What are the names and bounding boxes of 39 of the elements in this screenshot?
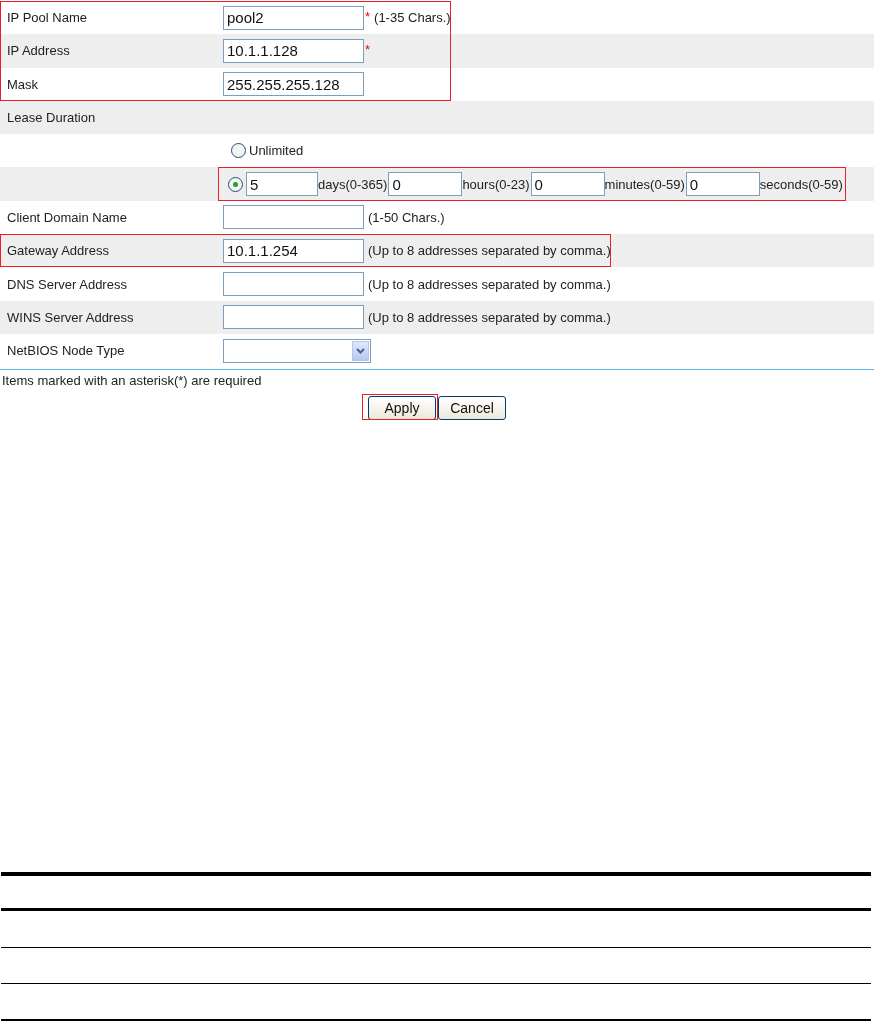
hint-text: (Up to 8 addresses separated by comma.) (368, 243, 611, 259)
field-label: IP Pool Name (6, 10, 88, 26)
field-label: Mask (6, 76, 40, 92)
apply-button[interactable]: Apply (368, 396, 436, 421)
field-label: Client Domain Name (6, 209, 128, 225)
radio-label: Unlimited (249, 143, 304, 159)
number-field[interactable]: 0 (530, 172, 605, 197)
dropdown[interactable] (223, 338, 371, 363)
hint-text: (Up to 8 addresses separated by comma.) (368, 309, 611, 325)
unit-label: minutes(0-59) (604, 176, 685, 192)
text-field[interactable]: 10.1.1.128 (223, 38, 364, 63)
hint-text: (1-35 Chars.) (374, 10, 451, 26)
text-field[interactable] (223, 205, 364, 230)
field-label: WINS Server Address (6, 309, 135, 325)
field-label: IP Address (6, 43, 71, 59)
radio-button[interactable] (228, 176, 243, 192)
number-field[interactable]: 5 (246, 172, 318, 197)
text-field[interactable]: 10.1.1.254 (223, 238, 364, 263)
field-label: NetBIOS Node Type (6, 343, 126, 359)
number-field[interactable]: 0 (685, 172, 760, 197)
field-label: Gateway Address (6, 243, 110, 259)
hint-text: (Up to 8 addresses separated by comma.) (368, 276, 611, 292)
required-mark: * (365, 9, 371, 24)
unit-label: seconds(0-59) (759, 176, 843, 192)
section-label: Lease Duration (6, 110, 97, 126)
radio-button[interactable] (231, 143, 246, 159)
hint-text: (1-50 Chars.) (368, 209, 445, 225)
chevron-down-icon (352, 340, 369, 361)
text-field[interactable] (223, 272, 364, 296)
required-mark: * (365, 42, 371, 58)
unit-label: hours(0-23) (462, 176, 530, 192)
cancel-button[interactable]: Cancel (438, 396, 506, 421)
number-field[interactable]: 0 (388, 172, 463, 197)
text-field[interactable]: pool2 (223, 5, 364, 30)
field-label: DNS Server Address (6, 276, 128, 292)
unit-label: days(0-365) (318, 176, 388, 192)
text-field[interactable] (223, 305, 364, 330)
text-field[interactable]: 255.255.255.128 (223, 72, 364, 97)
required-note: Items marked with an asterisk(*) are required (1, 373, 263, 389)
